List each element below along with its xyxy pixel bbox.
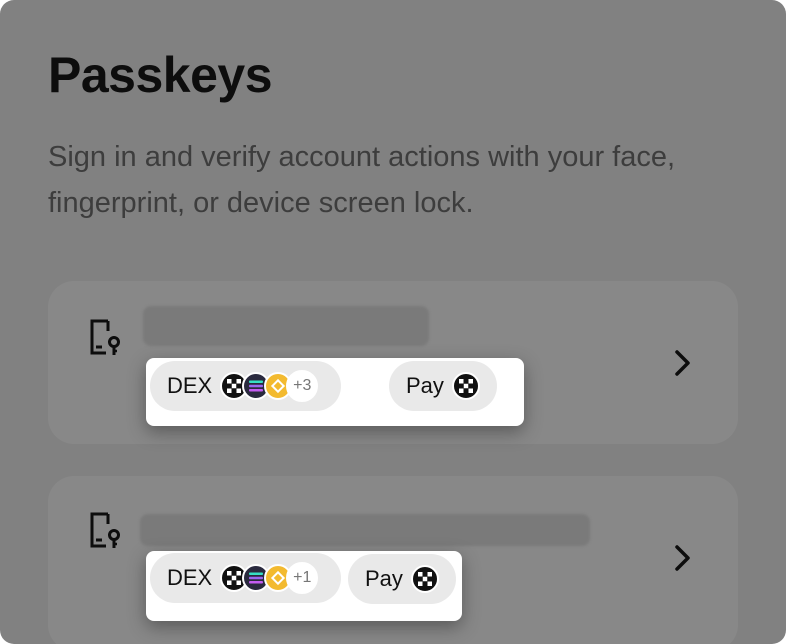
passkeys-panel: Passkeys Sign in and verify account acti…: [0, 0, 786, 644]
page-title: Passkeys: [48, 47, 273, 103]
passkey-tags: DEX +3 Pay: [146, 358, 524, 426]
dex-badge: DEX +1: [150, 553, 341, 603]
device-key-icon: [90, 319, 120, 355]
device-key-icon: [90, 512, 120, 548]
okx-icon: [451, 372, 480, 400]
pay-badge: Pay: [348, 554, 456, 604]
chevron-right-icon[interactable]: [670, 543, 694, 573]
pay-badge: Pay: [389, 361, 497, 411]
chevron-right-icon[interactable]: [670, 348, 694, 378]
redacted-passkey-name: [140, 514, 590, 546]
more-networks-count: +3: [286, 370, 319, 402]
dex-badge: DEX +3: [150, 361, 341, 411]
passkey-tags: DEX +1 Pay: [146, 551, 462, 621]
pay-label: Pay: [365, 566, 403, 591]
okx-icon: [410, 565, 439, 593]
page-subtitle: Sign in and verify account actions with …: [48, 141, 676, 219]
pay-label: Pay: [406, 373, 444, 398]
more-networks-count: +1: [286, 562, 319, 594]
redacted-passkey-name: [143, 306, 429, 346]
dex-label: DEX: [167, 565, 213, 590]
dex-label: DEX: [167, 373, 213, 398]
